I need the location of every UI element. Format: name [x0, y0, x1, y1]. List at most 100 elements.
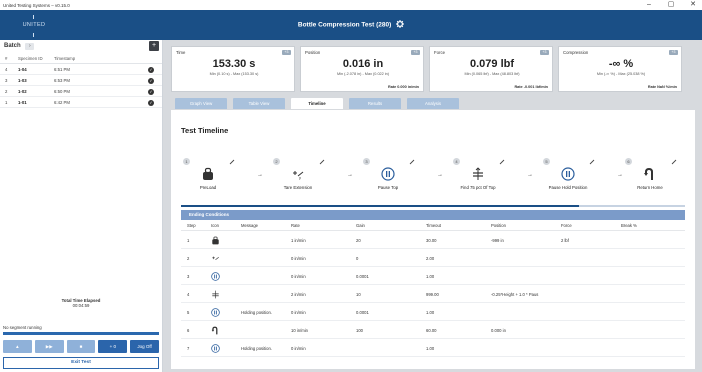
specimen-row[interactable]: 2 1-02 6:50 PM ✓: [0, 87, 162, 97]
specimen-timestamp: 6:42 PM: [54, 100, 71, 105]
fast-forward-button[interactable]: ▶▶: [34, 340, 64, 353]
specimen-id: 1-01: [18, 100, 27, 105]
step-number: 3: [363, 158, 370, 165]
main-content: Time +3 153.30 s Min (0.10 s) - Max (153…: [163, 40, 702, 372]
ending-condition-row[interactable]: 6 10 in/min 100 60.00 0.000 in: [181, 322, 685, 339]
specimen-row[interactable]: 4 1-04 6:51 PM ✓: [0, 65, 162, 75]
timeline-step-return-home[interactable]: 6 Return Home: [625, 158, 695, 200]
row-gain: 10: [356, 292, 361, 297]
stat-card-force: Force +3 0.079 lbf Min (0.065 lbf) - Max…: [429, 46, 553, 92]
row-gain: 100: [356, 328, 363, 333]
check-icon: ✓: [148, 99, 154, 106]
timeline-step-tare-extension[interactable]: 2 y Tare Extension: [273, 158, 343, 200]
timeline-step-find-75-pct[interactable]: 4 Find 75 pct Of Top: [453, 158, 523, 200]
row-step: 2: [187, 256, 190, 261]
test-title: Bottle Compression Test (280): [297, 21, 392, 29]
stat-decimals-button[interactable]: +3: [282, 50, 291, 55]
pause-icon: [211, 344, 220, 353]
specimen-id: 1-03: [18, 78, 27, 83]
window-controls: – ▢ ✕: [644, 0, 698, 10]
exit-test-button[interactable]: Exit Test: [3, 357, 159, 369]
tab-analysis[interactable]: Analysis: [407, 98, 459, 109]
step-number: 4: [453, 158, 460, 165]
specimen-id: 1-02: [18, 89, 27, 94]
ending-condition-row[interactable]: 1 1 in/min 20 30.00 -999 in 2 lbf: [181, 232, 685, 249]
step-label: Return Home: [637, 185, 663, 190]
step-number: 1: [183, 158, 190, 165]
timeline-step-pause-hold[interactable]: 5 Pause Hold Position: [543, 158, 613, 200]
col-icon: Icon: [211, 223, 219, 228]
stat-rate: Rate NaN %/min: [647, 85, 677, 89]
step-number: 2: [273, 158, 280, 165]
specimen-row[interactable]: 3 1-03 6:53 PM ✓: [0, 76, 162, 86]
stop-button[interactable]: ■: [66, 340, 96, 353]
add-specimen-button[interactable]: +: [149, 41, 159, 51]
elapsed-time: Total Time Elapsed 00:04:59: [0, 298, 162, 308]
specimen-row[interactable]: 1 1-01 6:42 PM ✓: [0, 98, 162, 108]
step-number: 5: [543, 158, 550, 165]
minimize-button[interactable]: –: [644, 0, 654, 10]
arrow-icon: →: [257, 172, 263, 178]
row-step: 5: [187, 310, 190, 315]
header-timestamp: Timestamp: [54, 56, 76, 61]
row-rate: 10 in/min: [291, 328, 308, 333]
check-icon: ✓: [148, 66, 154, 73]
row-rate: 1 in/min: [291, 238, 306, 243]
stat-decimals-button[interactable]: +3: [411, 50, 420, 55]
step-label: Tare Extension: [283, 185, 313, 190]
jog-toggle-button[interactable]: Jog Off: [130, 340, 159, 353]
pause-icon: [561, 167, 575, 181]
maximize-button[interactable]: ▢: [666, 0, 676, 10]
row-timeout: 2.00: [426, 256, 435, 261]
edit-pencil-icon[interactable]: [499, 159, 505, 165]
edit-pencil-icon[interactable]: [409, 159, 415, 165]
ending-condition-row[interactable]: 5 Holding position. 0 in/min 0.0001 1.00: [181, 304, 685, 321]
row-gain: 0: [356, 256, 359, 261]
pause-icon: [211, 308, 220, 317]
tab-results[interactable]: Results: [349, 98, 401, 109]
edit-pencil-icon[interactable]: [589, 159, 595, 165]
ending-condition-row[interactable]: 7 Holding position. 0 in/min 1.00: [181, 340, 685, 357]
close-button[interactable]: ✕: [688, 0, 698, 10]
jog-up-button[interactable]: ▲: [3, 340, 32, 353]
tab-timeline[interactable]: Timeline: [291, 98, 343, 109]
ending-condition-row[interactable]: 3 0 in/min 0.0001 1.00: [181, 268, 685, 285]
row-step: 4: [187, 292, 190, 297]
row-timeout: 1.00: [426, 310, 435, 315]
row-position: -0.25*Height + 1.0 * Paus: [491, 292, 539, 297]
ending-condition-row[interactable]: 2 0 in/min 0 2.00: [181, 250, 685, 267]
view-tabs: Graph View Table View Timeline Results A…: [175, 98, 459, 109]
stat-card-compression: Compression +3 -∞ % Min (-∞ %) - Max (25…: [558, 46, 682, 92]
step-label: Find 75 pct Of Top: [460, 185, 496, 190]
row-timeout: 30.00: [426, 238, 437, 243]
find-position-icon: [212, 290, 219, 299]
ending-condition-row[interactable]: 4 2 in/min 10 999.00 -0.25*Height + 1.0 * Pa…: [181, 286, 685, 303]
page-title: Bottle Compression Test (280): [0, 20, 702, 29]
row-step: 1: [187, 238, 190, 243]
timeline-step-preload[interactable]: 1 PreLoad: [183, 158, 253, 200]
stat-decimals-button[interactable]: +3: [669, 50, 678, 55]
specimen-sidebar: Batch › + # Specimen ID Timestamp 4 1-04…: [0, 40, 163, 372]
edit-pencil-icon[interactable]: [319, 159, 325, 165]
row-timeout: 1.00: [426, 274, 435, 279]
zero-button[interactable]: + 0: [98, 340, 128, 353]
row-gain: 0.0001: [356, 274, 369, 279]
batch-header: Batch ›: [4, 43, 35, 50]
edit-pencil-icon[interactable]: [671, 159, 677, 165]
timeline-step-pause-top[interactable]: 3 Pause Top: [363, 158, 433, 200]
batch-expand-button[interactable]: ›: [25, 43, 35, 50]
step-number: 6: [625, 158, 632, 165]
find-position-icon: [473, 167, 483, 180]
stat-value: 153.30 s: [212, 58, 256, 70]
stat-rate: Rate -0.001 lbf/min: [514, 85, 548, 89]
edit-pencil-icon[interactable]: [229, 159, 235, 165]
gear-icon[interactable]: [396, 20, 405, 28]
specimen-timestamp: 6:51 PM: [54, 67, 71, 72]
row-rate: 0 in/min: [291, 310, 306, 315]
tab-graph-view[interactable]: Graph View: [175, 98, 227, 109]
elapsed-value: 00:04:59: [72, 303, 90, 308]
stat-decimals-button[interactable]: +3: [540, 50, 549, 55]
step-label: Pause Hold Position: [548, 185, 588, 190]
specimen-num: 3: [5, 78, 8, 83]
tab-table-view[interactable]: Table View: [233, 98, 285, 109]
